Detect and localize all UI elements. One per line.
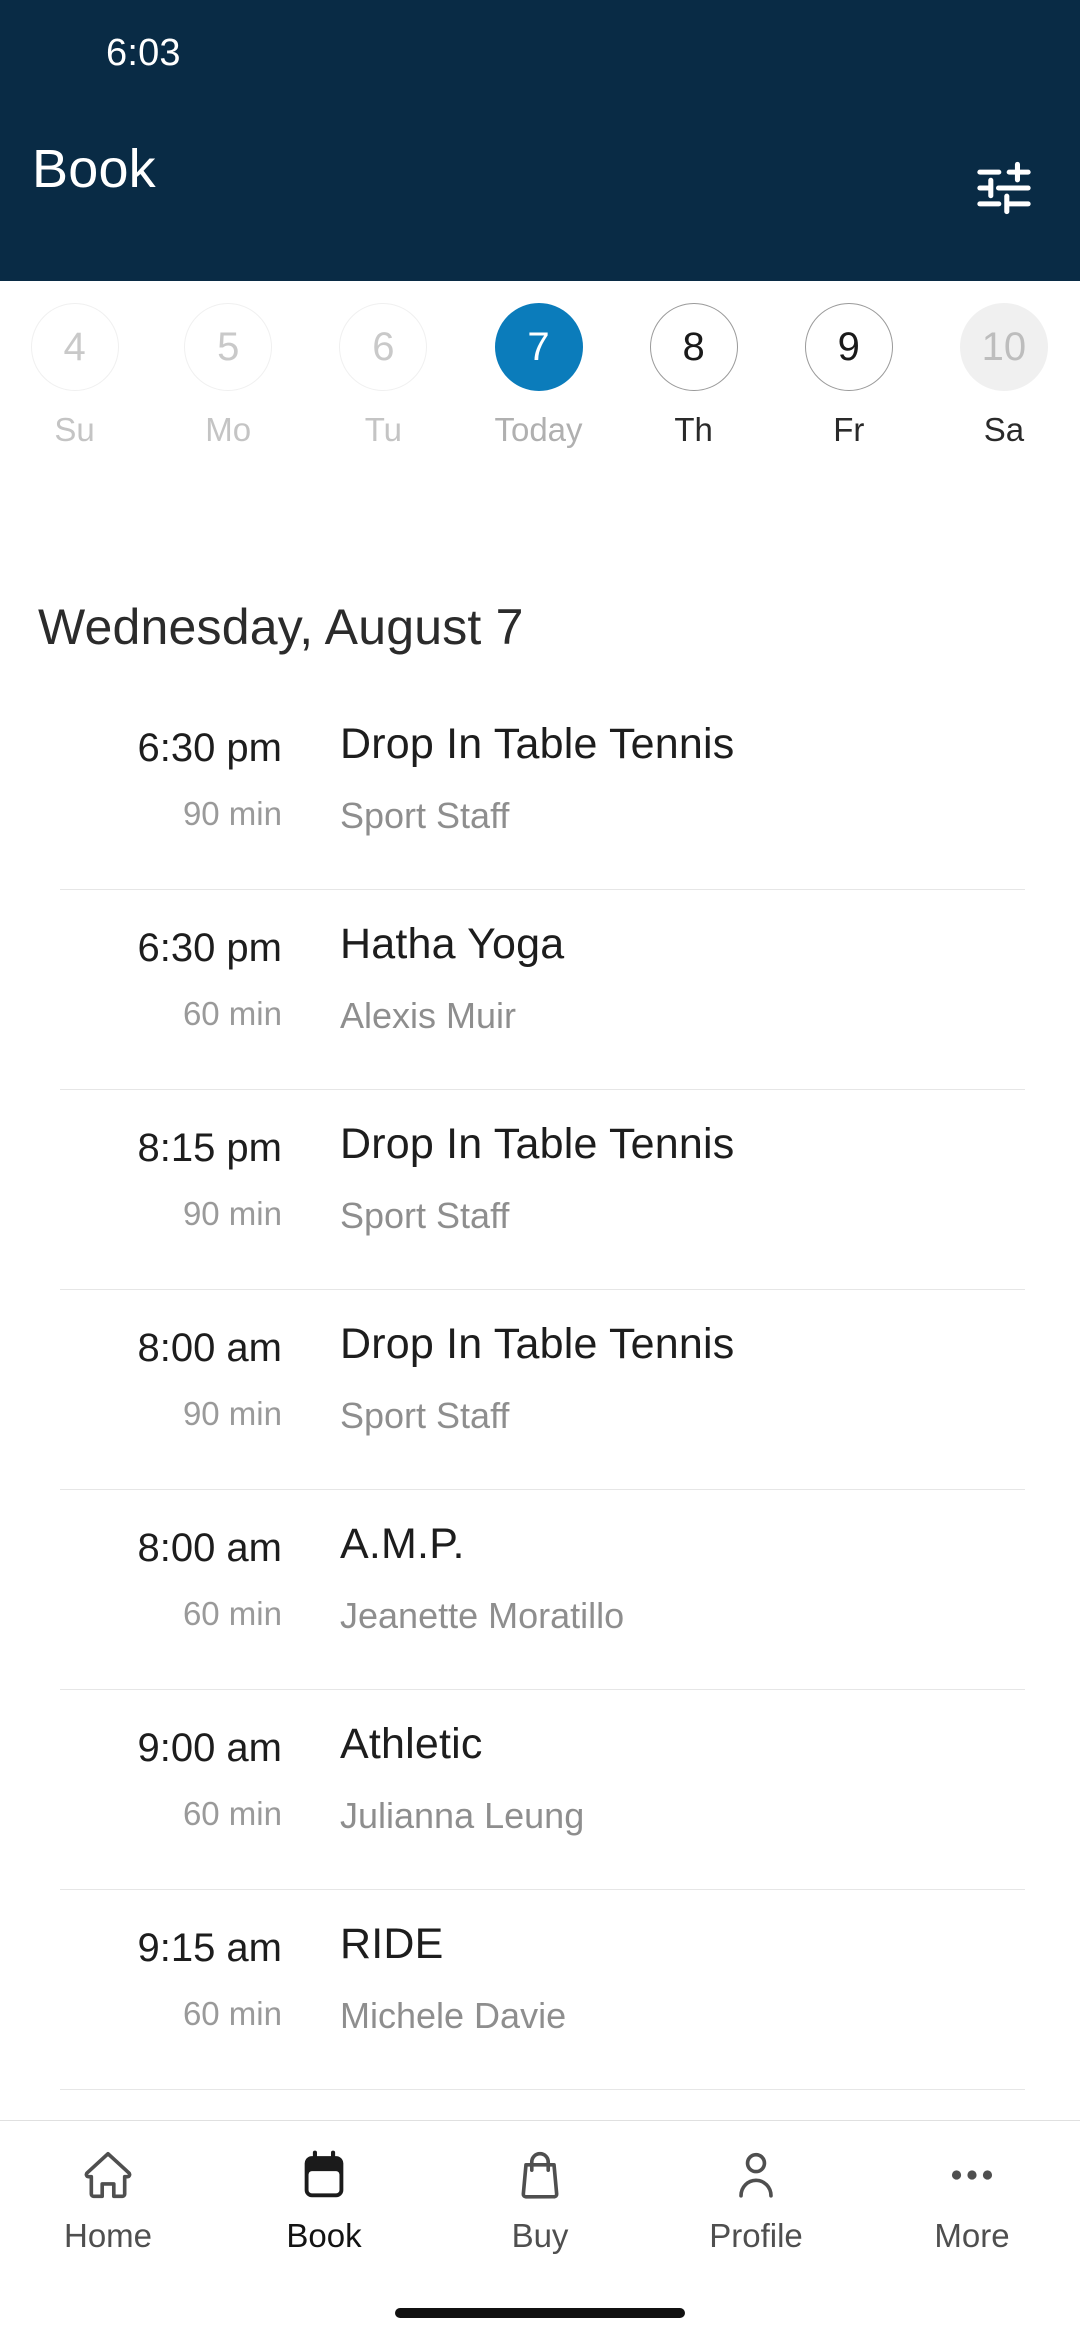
class-row[interactable]: 9:00 am 60 min Athletic Julianna Leung <box>0 1690 1080 1890</box>
class-staff: Michele Davie <box>340 1995 567 2036</box>
calendar-icon <box>295 2143 353 2207</box>
nav-item-profile[interactable]: Profile <box>648 2121 864 2255</box>
class-duration: 60 min <box>182 1995 282 2032</box>
date-cell-7[interactable]: 7 Today <box>487 303 591 449</box>
house-icon <box>79 2143 137 2207</box>
app-screen: 6:03 Book 4 Su 5 Mo 6 Tu 7 Today 8 Th 9 … <box>0 0 1080 2340</box>
date-label-tu: Tu <box>364 411 402 448</box>
date-label-sa: Sa <box>983 411 1025 448</box>
date-label-fr: Fr <box>833 411 865 448</box>
date-circle-6[interactable]: 6 <box>339 303 428 391</box>
class-staff: Sport Staff <box>340 795 510 836</box>
class-row[interactable]: 6:30 pm 60 min Hatha Yoga Alexis Muir <box>0 890 1080 1090</box>
nav-label-home: Home <box>63 2217 153 2254</box>
date-cell-8[interactable]: 8 Th <box>642 303 746 449</box>
status-bar: 6:03 <box>0 0 1080 110</box>
class-duration: 60 min <box>182 1595 282 1632</box>
class-name: A.M.P. <box>340 1520 465 1568</box>
sliders-filter-icon[interactable] <box>964 148 1044 228</box>
nav-label-profile: Profile <box>709 2217 803 2254</box>
nav-item-more[interactable]: More <box>864 2121 1080 2255</box>
app-header: 6:03 Book <box>0 0 1080 281</box>
class-duration: 60 min <box>182 995 282 1032</box>
date-circle-7[interactable]: 7 <box>494 303 583 391</box>
date-cell-4[interactable]: 4 Su <box>23 303 127 449</box>
class-row[interactable]: 9:15 am 60 min RIDE Michele Davie <box>0 1890 1080 2090</box>
date-circle-8[interactable]: 8 <box>649 303 738 391</box>
class-duration: 60 min <box>182 1795 282 1832</box>
ellipsis-icon <box>943 2143 1001 2207</box>
class-time: 9:15 am <box>137 1926 282 1970</box>
date-circle-5[interactable]: 5 <box>184 303 273 391</box>
class-duration: 90 min <box>182 1395 282 1432</box>
class-staff: Julianna Leung <box>340 1795 585 1836</box>
nav-item-buy[interactable]: Buy <box>432 2121 648 2255</box>
nav-item-home[interactable]: Home <box>0 2121 216 2255</box>
class-time: 8:15 pm <box>137 1126 282 1170</box>
status-time: 6:03 <box>106 32 181 74</box>
class-time: 8:00 am <box>137 1526 282 1570</box>
class-row[interactable]: 8:00 am 90 min Drop In Table Tennis Sport S… <box>0 1290 1080 1490</box>
row-divider <box>60 2089 1025 2090</box>
class-duration: 90 min <box>182 1195 282 1232</box>
class-staff: Sport Staff <box>340 1195 510 1236</box>
class-name: Drop In Table Tennis <box>340 1120 735 1168</box>
date-circle-9[interactable]: 9 <box>804 303 893 391</box>
shopping-bag-icon <box>511 2143 569 2207</box>
bottom-navigation[interactable]: Home Book Buy Profile More <box>0 2120 1080 2340</box>
nav-item-book[interactable]: Book <box>216 2121 432 2255</box>
class-staff: Jeanette Moratillo <box>340 1595 625 1636</box>
date-cell-9[interactable]: 9 Fr <box>797 303 901 449</box>
selected-day-title: Wednesday, August 7 <box>38 599 524 655</box>
person-icon <box>727 2143 785 2207</box>
date-label-mo: Mo <box>205 411 252 448</box>
class-staff: Sport Staff <box>340 1395 510 1436</box>
date-cell-5[interactable]: 5 Mo <box>176 303 280 449</box>
home-indicator <box>395 2308 685 2318</box>
class-row[interactable]: 8:15 pm 90 min Drop In Table Tennis Sport S… <box>0 1090 1080 1290</box>
date-label-su: Su <box>54 411 95 448</box>
page-title: Book <box>32 139 156 199</box>
date-circle-4[interactable]: 4 <box>30 303 119 391</box>
class-name: Hatha Yoga <box>340 920 565 968</box>
nav-label-more: More <box>934 2217 1010 2254</box>
class-name: Drop In Table Tennis <box>340 720 735 768</box>
date-selector[interactable]: 4 Su 5 Mo 6 Tu 7 Today 8 Th 9 Fr 10 Sa <box>0 303 1080 488</box>
date-label-th: Th <box>674 411 713 448</box>
nav-label-buy: Buy <box>511 2217 569 2254</box>
class-staff: Alexis Muir <box>340 995 517 1036</box>
class-time: 9:00 am <box>137 1726 282 1770</box>
class-row[interactable]: 8:00 am 60 min A.M.P. Jeanette Moratillo <box>0 1490 1080 1690</box>
date-circle-10[interactable]: 10 <box>959 303 1048 391</box>
app-bar: Book <box>0 110 1080 281</box>
class-name: Drop In Table Tennis <box>340 1320 735 1368</box>
class-time: 6:30 pm <box>137 726 282 770</box>
date-cell-10[interactable]: 10 Sa <box>952 303 1056 449</box>
class-row[interactable]: 6:30 pm 90 min Drop In Table Tennis Sport S… <box>0 690 1080 890</box>
class-duration: 90 min <box>182 795 282 832</box>
class-time: 8:00 am <box>137 1326 282 1370</box>
date-cell-6[interactable]: 6 Tu <box>331 303 435 449</box>
class-time: 6:30 pm <box>137 926 282 970</box>
class-name: Athletic <box>340 1720 483 1768</box>
nav-label-book: Book <box>286 2217 362 2254</box>
date-label-today: Today <box>494 411 583 448</box>
class-list: 6:30 pm 90 min Drop In Table Tennis Sport S… <box>0 690 1080 2090</box>
class-name: RIDE <box>340 1920 444 1968</box>
